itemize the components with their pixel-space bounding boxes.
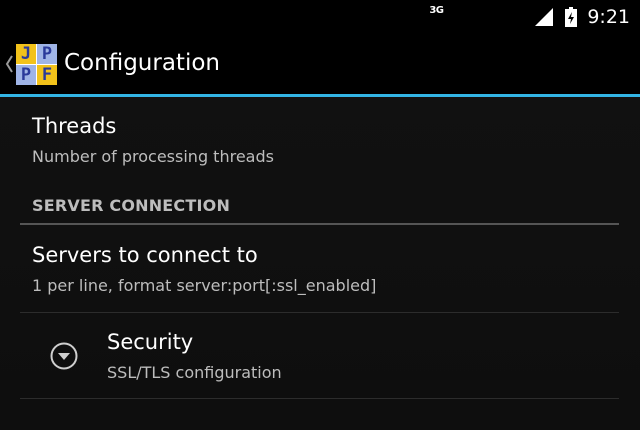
category-header-server-connection: SERVER CONNECTION bbox=[32, 196, 231, 215]
signal-icon bbox=[535, 7, 554, 26]
pref-threads[interactable]: Threads Number of processing threads bbox=[20, 97, 620, 183]
pref-security[interactable]: Security SSL/TLS configuration bbox=[20, 313, 620, 398]
action-bar: J P P F Configuration bbox=[0, 33, 640, 94]
logo-letter: F bbox=[37, 65, 57, 85]
status-icons: 3G 9:21 bbox=[429, 0, 630, 33]
pref-security-summary: SSL/TLS configuration bbox=[107, 363, 282, 382]
category-divider bbox=[20, 223, 619, 225]
pref-servers-summary: 1 per line, format server:port[:ssl_enab… bbox=[32, 276, 377, 295]
logo-letter: P bbox=[16, 65, 36, 85]
pref-servers[interactable]: Servers to connect to 1 per line, format… bbox=[20, 226, 620, 312]
pref-threads-title: Threads bbox=[32, 114, 117, 138]
pref-security-title: Security bbox=[107, 330, 194, 354]
pref-threads-summary: Number of processing threads bbox=[32, 147, 274, 166]
chevron-left-icon[interactable] bbox=[3, 53, 15, 75]
list-divider bbox=[20, 398, 619, 399]
status-clock: 9:21 bbox=[587, 5, 630, 28]
logo-letter: P bbox=[37, 44, 57, 64]
pref-servers-title: Servers to connect to bbox=[32, 243, 258, 267]
network-type-label: 3G bbox=[429, 5, 444, 16]
expand-down-icon bbox=[50, 342, 78, 370]
page-title: Configuration bbox=[64, 50, 220, 76]
battery-icon bbox=[565, 6, 578, 27]
status-bar: 3G 9:21 bbox=[0, 0, 640, 33]
app-logo[interactable]: J P P F bbox=[16, 44, 57, 85]
logo-letter: J bbox=[16, 44, 36, 64]
